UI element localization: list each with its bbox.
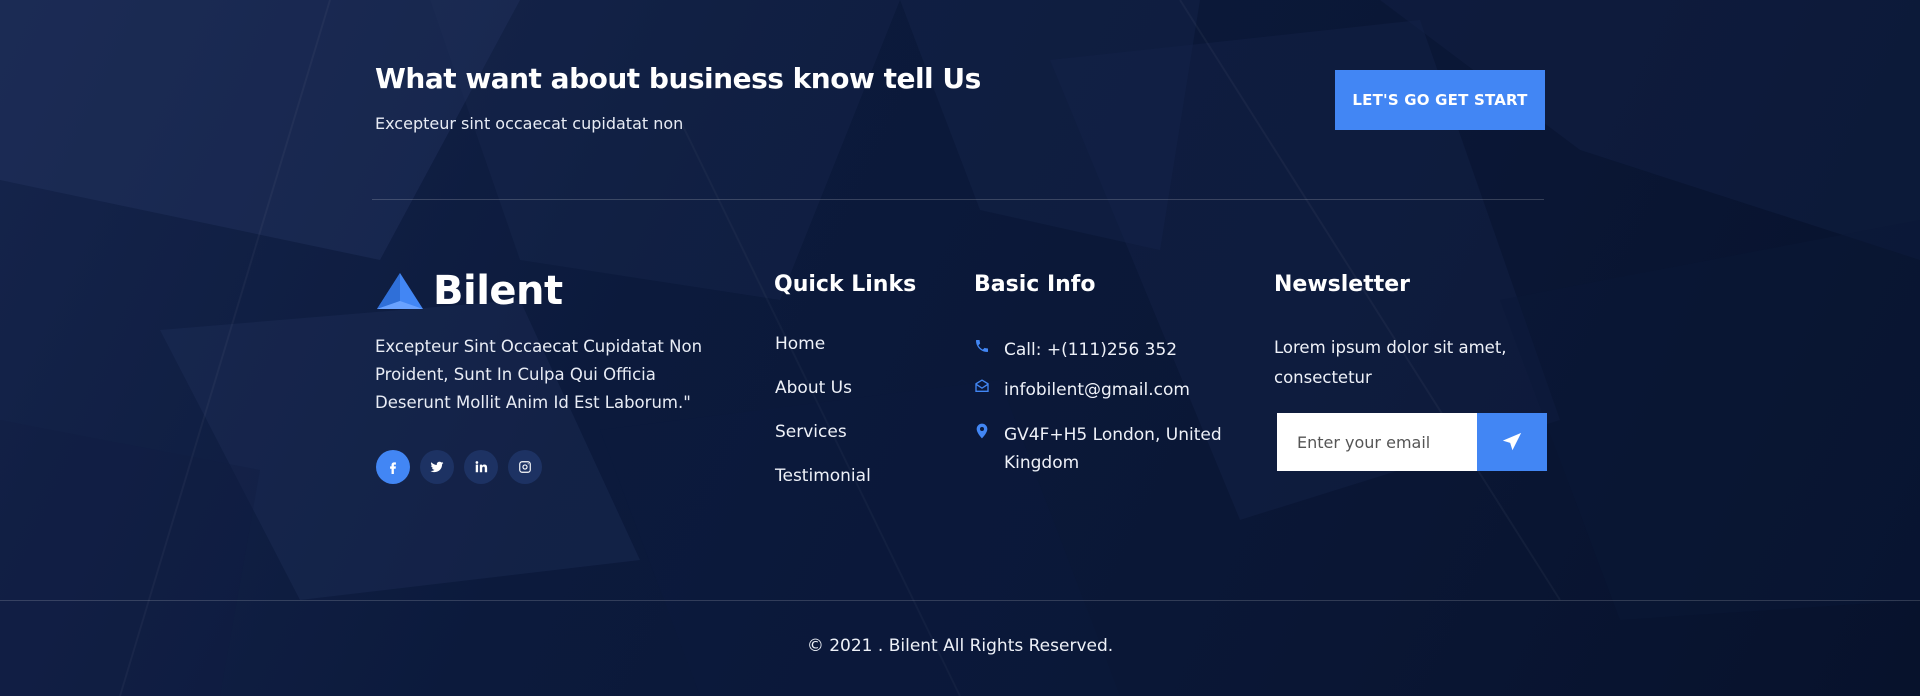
map-pin-icon <box>974 422 990 440</box>
twitter-icon <box>430 461 444 473</box>
instagram-icon <box>519 461 531 473</box>
info-email[interactable]: infobilent@gmail.com <box>974 376 1224 404</box>
cta-button[interactable]: LET'S GO GET START <box>1335 70 1545 130</box>
quick-links-list: Home About Us Services Testimonial <box>775 334 871 510</box>
newsletter-text: Lorem ipsum dolor sit amet, consectetur <box>1274 338 1507 387</box>
instagram-link[interactable] <box>508 450 542 484</box>
email-text: infobilent@gmail.com <box>1004 380 1190 400</box>
brand-name: Bilent <box>433 268 563 314</box>
newsletter-form <box>1277 413 1547 471</box>
newsletter-submit-button[interactable] <box>1477 413 1547 471</box>
send-icon <box>1502 432 1522 451</box>
brand-logo-icon <box>377 273 423 309</box>
quick-link-testimonial[interactable]: Testimonial <box>775 466 871 510</box>
cta-title: What want about business know tell Us <box>375 62 981 95</box>
quick-links-title: Quick Links <box>774 272 917 297</box>
envelope-open-icon <box>974 377 990 395</box>
brand[interactable]: Bilent <box>375 268 563 314</box>
phone-text: Call: +(111)256 352 <box>1004 340 1178 360</box>
copyright-text: © 2021 . Bilent All Rights Reserved. <box>806 636 1114 656</box>
twitter-link[interactable] <box>420 450 454 484</box>
quick-link-about[interactable]: About Us <box>775 378 871 422</box>
footer-divider <box>0 600 1920 601</box>
address-text: GV4F+H5 London, United Kingdom <box>1004 425 1222 473</box>
brand-description: Excepteur Sint Occaecat Cupidatat Non Pr… <box>375 337 703 412</box>
linkedin-link[interactable] <box>464 450 498 484</box>
facebook-icon <box>390 462 396 474</box>
facebook-link[interactable] <box>376 450 410 484</box>
basic-info-title: Basic Info <box>974 272 1096 297</box>
quick-link-home[interactable]: Home <box>775 334 871 378</box>
info-phone[interactable]: Call: +(111)256 352 <box>974 336 1224 364</box>
cta-subtitle: Excepteur sint occaecat cupidatat non <box>375 114 684 133</box>
social-links <box>376 450 542 484</box>
phone-icon <box>974 337 990 355</box>
newsletter-email-input[interactable] <box>1277 413 1477 471</box>
info-address: GV4F+H5 London, United Kingdom <box>974 421 1224 477</box>
newsletter-title: Newsletter <box>1274 272 1411 297</box>
footer: What want about business know tell Us Ex… <box>0 0 1920 696</box>
section-divider <box>372 199 1544 200</box>
quick-link-services[interactable]: Services <box>775 422 871 466</box>
linkedin-icon <box>475 461 488 473</box>
